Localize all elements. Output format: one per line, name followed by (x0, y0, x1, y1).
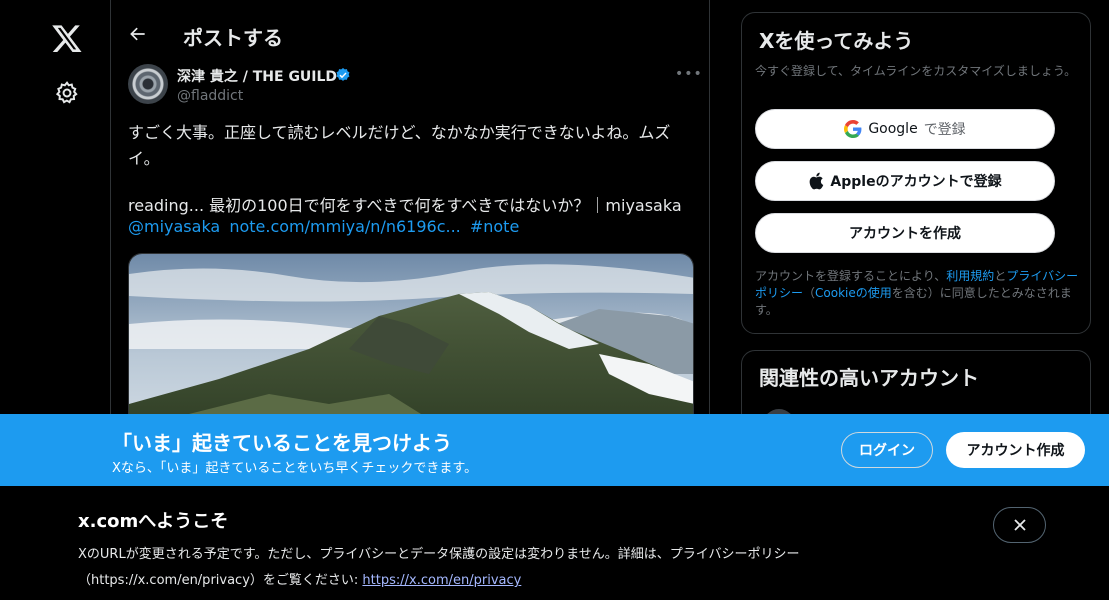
apple-signup-label: Appleのアカウントで登録 (830, 174, 1002, 190)
create-account-label: アカウントを作成 (849, 226, 961, 242)
notice-body: XのURLが変更される予定です。ただし、プライバシーとデータ保護の設定は変わりま… (78, 542, 948, 594)
hashtag-link[interactable]: #note (470, 217, 519, 236)
x-logo-icon[interactable] (51, 22, 83, 54)
google-signup-label: Google (868, 121, 918, 137)
signup-subtitle: 今すぐ登録して、タイムラインをカスタマイズしましょう。 (755, 64, 1077, 78)
apple-logo-icon (810, 172, 824, 190)
google-signup-button[interactable]: Google で登録 (755, 109, 1055, 149)
notice-title: x.comへようこそ (78, 511, 229, 532)
banner-subtitle: Xなら、「いま」起きていることをいち早くチェックできます。 (112, 461, 478, 476)
verified-badge-icon (336, 68, 350, 81)
cookie-link[interactable]: Cookieの使用 (815, 286, 892, 300)
author-avatar[interactable] (128, 64, 168, 104)
close-icon (1013, 519, 1026, 531)
post-text-reading: reading... 最初の100日で何をすべきで何をすべきではないか？｜miy… (128, 196, 682, 215)
terms-link[interactable]: 利用規約 (946, 269, 994, 283)
author-handle[interactable]: @fladdict (177, 88, 243, 104)
close-notice-button[interactable] (993, 507, 1046, 543)
page-title: ポストする (183, 26, 283, 50)
privacy-url-link[interactable]: https://x.com/en/privacy (362, 573, 521, 588)
terms-prefix: アカウントを登録することにより、 (755, 269, 947, 283)
related-title: 関連性の高いアカウント (759, 366, 979, 390)
post-header: ポストする (111, 0, 710, 60)
terms-text: アカウントを登録することにより、利用規約とプライバシーポリシー（Cookieの使… (755, 268, 1085, 319)
url-link[interactable]: note.com/mmiya/n/n6196c... (229, 217, 460, 236)
signup-card: Xを使ってみよう 今すぐ登録して、タイムラインをカスタマイズしましょう。 Goo… (741, 12, 1091, 334)
login-banner: 「いま」起きていることを見つけよう Xなら、「いま」起きていることをいち早くチェ… (0, 414, 1109, 486)
google-signup-action: で登録 (923, 122, 966, 138)
banner-title: 「いま」起きていることを見つけよう (112, 431, 452, 455)
post-links: @miyasaka note.com/mmiya/n/n6196c... #no… (128, 217, 523, 236)
mention-link[interactable]: @miyasaka (128, 217, 220, 236)
back-arrow-icon[interactable] (128, 24, 148, 44)
google-logo-icon (844, 120, 862, 138)
post-text: すごく大事。正座して読むレベルだけど、なかなか実行できないよね。ムズイ。 (128, 123, 671, 168)
terms-and: と (994, 269, 1007, 283)
login-button[interactable]: ログイン (841, 432, 933, 468)
apple-signup-button[interactable]: Appleのアカウントで登録 (755, 161, 1055, 201)
signup-title: Xを使ってみよう (759, 29, 914, 53)
author-name[interactable]: 深津 貴之 / THE GUILD (177, 66, 337, 86)
create-account-button[interactable]: アカウントを作成 (755, 213, 1055, 253)
gear-icon[interactable] (54, 80, 80, 106)
signup-button[interactable]: アカウント作成 (946, 432, 1085, 468)
page: ポストする 深津 貴之 / THE GUILD @fladdict ••• すご… (0, 0, 1109, 600)
terms-paren: （ (803, 286, 816, 300)
more-options-icon[interactable]: ••• (675, 66, 702, 84)
domain-notice: x.comへようこそ XのURLが変更される予定です。ただし、プライバシーとデー… (0, 486, 1109, 600)
